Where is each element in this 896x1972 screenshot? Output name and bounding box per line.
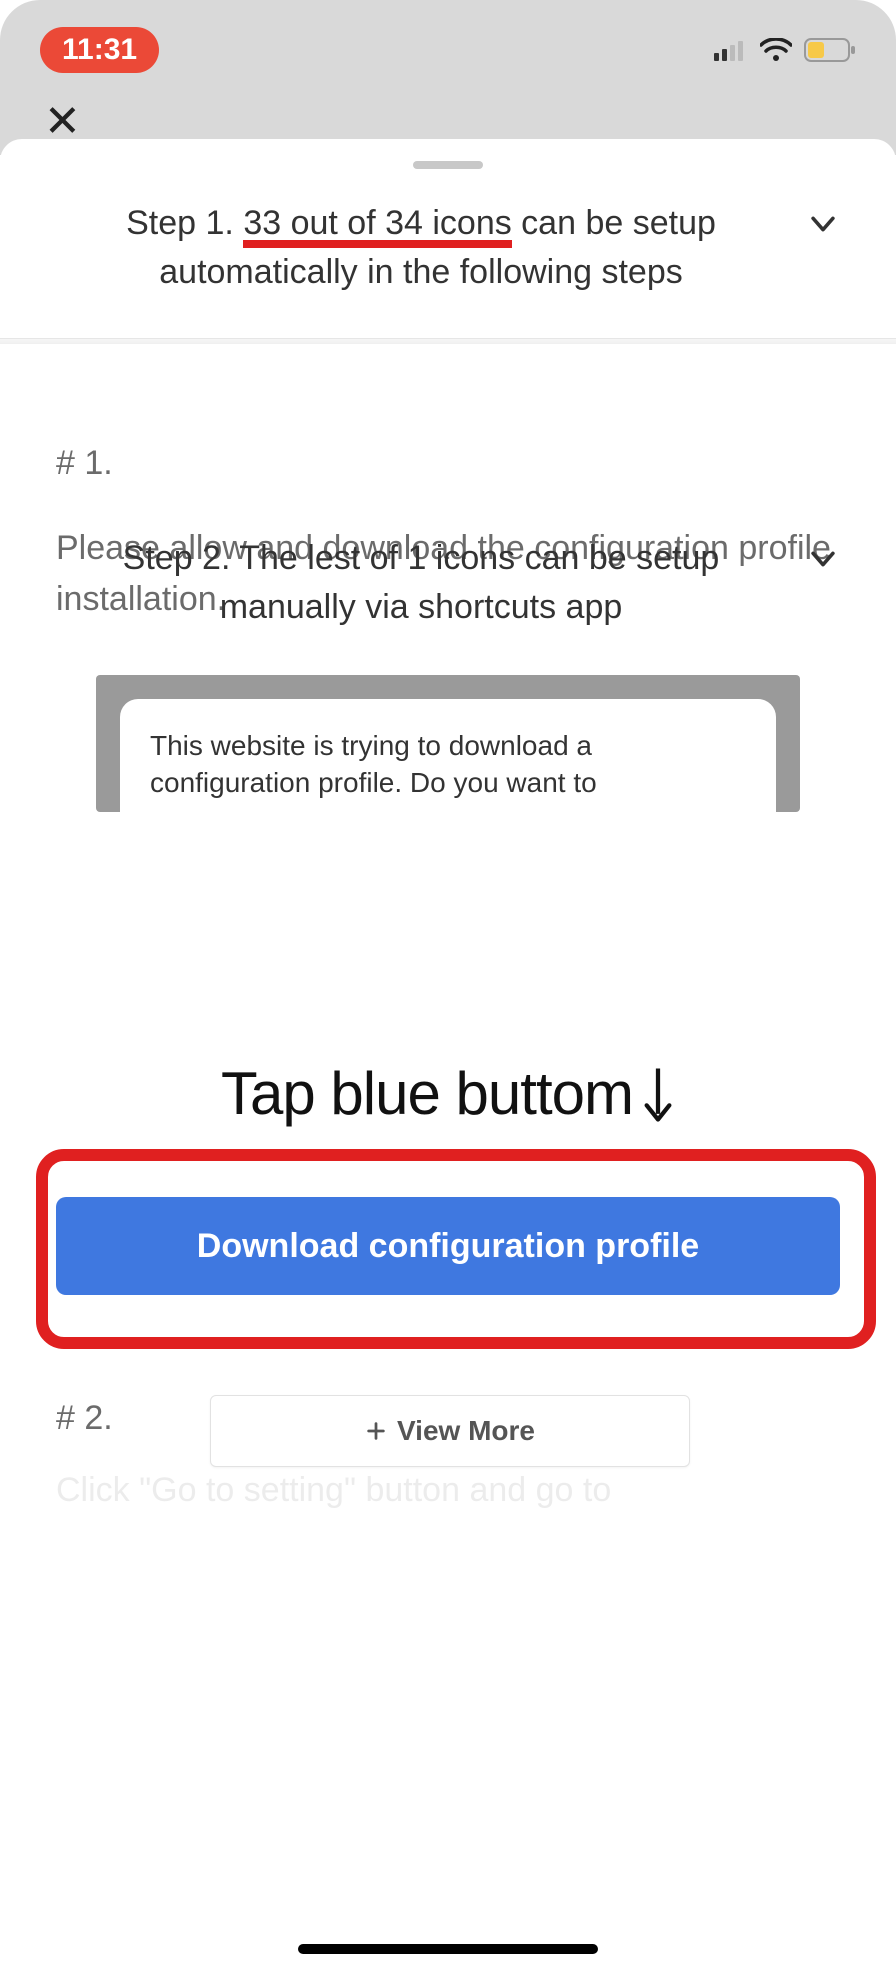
substep2-faded-text: Click "Go to setting" button and go to xyxy=(56,1471,611,1510)
tap-hint-text: Tap blue buttom xyxy=(221,1059,633,1128)
step1-header[interactable]: Step 1. 33 out of 34 icons can be setup … xyxy=(0,199,896,338)
step2-title: Step 2. The lest of 1 icons can be setup… xyxy=(56,534,786,633)
status-time-pill: 11:31 xyxy=(40,27,159,73)
chevron-down-icon[interactable] xyxy=(806,542,840,576)
sheet-grabber[interactable] xyxy=(413,161,483,169)
substep1-heading: # 1. xyxy=(56,444,840,483)
home-indicator[interactable] xyxy=(298,1944,598,1954)
chevron-down-icon[interactable] xyxy=(806,207,840,241)
view-more-button[interactable]: View More xyxy=(210,1395,690,1467)
tap-hint-overlay: Tap blue buttom xyxy=(0,1059,896,1128)
step1-underlined: 33 out of 34 icons xyxy=(243,204,511,242)
status-bar: 11:31 xyxy=(0,0,896,100)
close-icon[interactable]: ✕ xyxy=(44,100,81,144)
step1-title: Step 1. 33 out of 34 icons can be setup … xyxy=(56,199,786,298)
arrow-down-icon xyxy=(641,1064,675,1124)
battery-icon xyxy=(804,38,856,62)
screen: 11:31 ✕ Step 1 xyxy=(0,0,896,1972)
profile-dialog-mock: This website is trying to download a con… xyxy=(96,675,800,813)
sheet: Step 1. 33 out of 34 icons can be setup … xyxy=(0,139,896,812)
view-more-label: View More xyxy=(397,1415,535,1447)
step1-prefix: Step 1. xyxy=(126,204,243,242)
profile-dialog-inner: This website is trying to download a con… xyxy=(120,699,776,813)
step2-header[interactable]: Step 2. The lest of 1 icons can be setup… xyxy=(56,534,840,633)
mock-line2: configuration profile. Do you want to xyxy=(150,764,746,802)
status-right xyxy=(714,38,856,62)
cellular-icon xyxy=(714,39,748,61)
wifi-icon xyxy=(760,38,792,62)
mock-line1: This website is trying to download a xyxy=(150,727,746,765)
download-profile-button[interactable]: Download configuration profile xyxy=(56,1197,840,1295)
plus-icon xyxy=(365,1420,387,1442)
